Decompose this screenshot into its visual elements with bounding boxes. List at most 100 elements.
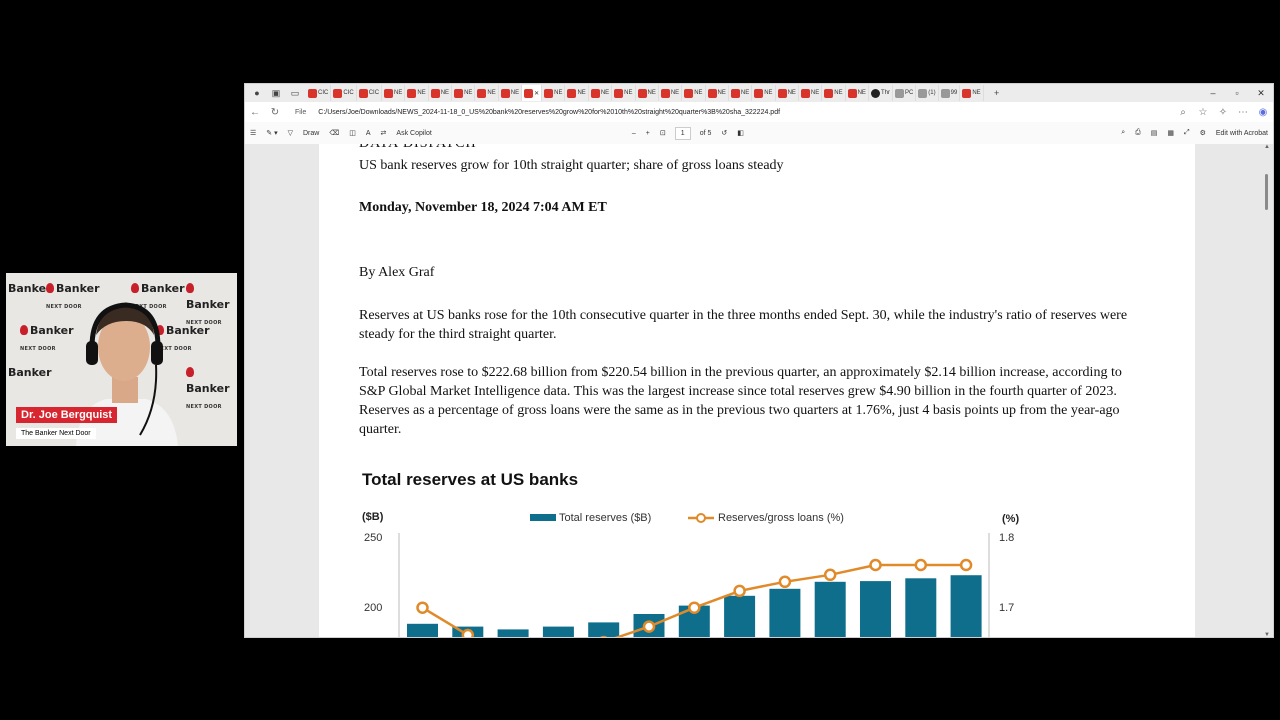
tab-actions-icon[interactable]: ▭	[288, 86, 302, 100]
fullscreen-icon[interactable]: ⤢	[1179, 129, 1195, 137]
two-page-icon[interactable]: ◧	[732, 129, 749, 137]
chart-bar	[905, 578, 937, 637]
logo-subtext: NEXT DOOR	[20, 346, 56, 352]
pdf-file-icon	[894, 88, 904, 98]
browser-tab[interactable]: NE	[589, 85, 613, 101]
back-icon[interactable]: ←	[245, 107, 265, 118]
browser-tab[interactable]: NE	[752, 85, 776, 101]
browser-tab[interactable]: NE	[729, 85, 753, 101]
scroll-down-icon[interactable]: ▼	[1264, 632, 1270, 637]
fit-page-icon[interactable]: ⊡	[655, 129, 671, 137]
more-menu-icon[interactable]: ⋯	[1233, 107, 1253, 118]
collections-icon[interactable]: ▣	[269, 86, 283, 100]
browser-tab[interactable]: NE	[636, 85, 659, 101]
browser-tab[interactable]: NE	[612, 85, 636, 101]
browser-tab[interactable]: Thr	[869, 85, 893, 101]
highlight-icon[interactable]: ✎ ▾	[261, 129, 282, 137]
pdf-page: DATA DISPATCH US bank reserves grow for …	[319, 144, 1195, 637]
tab-label: NE	[694, 90, 703, 96]
url-field[interactable]: C:/Users/Joe/Downloads/NEWS_2024-11-18_0…	[318, 109, 780, 116]
scrollbar[interactable]: ▲ ▼	[1263, 144, 1271, 637]
zoom-icon[interactable]: ⌕	[1173, 107, 1193, 118]
browser-tab[interactable]: CIC	[306, 85, 332, 101]
tab-label: NE	[577, 90, 586, 96]
search-icon[interactable]: ⌕	[1116, 129, 1130, 137]
browser-tab[interactable]: NE	[499, 85, 523, 101]
browser-tab[interactable]: NE	[706, 85, 729, 101]
browser-tab[interactable]: NE	[429, 85, 453, 101]
erase-icon[interactable]: ⌫	[324, 129, 344, 137]
browser-tab[interactable]: NE	[822, 85, 846, 101]
pdf-file-icon	[614, 88, 624, 98]
favorites-icon[interactable]: ✧	[1213, 107, 1233, 118]
scroll-thumb[interactable]	[1265, 174, 1268, 210]
scroll-up-icon[interactable]: ▲	[1264, 144, 1270, 150]
refresh-icon[interactable]: ↻	[265, 107, 285, 118]
chart-bar	[724, 595, 756, 637]
print-icon[interactable]: ⎙	[1130, 129, 1146, 137]
page-view-icon[interactable]: ◫	[344, 129, 361, 137]
page-number-input[interactable]: 1	[674, 126, 691, 140]
tab-label: NE	[972, 90, 981, 96]
browser-tab[interactable]: NE	[565, 85, 589, 101]
tab-label: NE	[510, 90, 520, 96]
browser-tab[interactable]: (1)	[916, 85, 939, 101]
browser-tab[interactable]: NE	[452, 85, 476, 101]
save-icon[interactable]: ▤	[1146, 129, 1163, 137]
pdf-file-icon	[940, 88, 950, 98]
contents-icon[interactable]: ☰	[245, 129, 261, 137]
close-window-icon[interactable]: ✕	[1249, 84, 1273, 102]
browser-tab[interactable]: ✕	[522, 85, 543, 101]
profile-icon[interactable]: ●	[250, 86, 264, 100]
rotate-icon[interactable]: ↺	[716, 129, 732, 137]
webcam-overlay: Banker Banker NEXT DOOR Banker NEXT DOOR B…	[6, 273, 237, 446]
browser-tab[interactable]: NE	[405, 85, 429, 101]
zoom-out-icon[interactable]: –	[627, 130, 641, 137]
save-as-icon[interactable]: ▦	[1162, 129, 1179, 137]
browser-tab[interactable]: CIC	[357, 85, 383, 101]
chart-bar	[497, 629, 529, 637]
copilot-icon[interactable]: ◉	[1253, 107, 1273, 118]
browser-tab[interactable]: PC	[893, 85, 917, 101]
pdf-file-icon	[308, 88, 317, 98]
pdf-file-icon	[333, 88, 343, 98]
pdf-toolbar: ☰ ✎ ▾ ▽ Draw ⌫ ◫ A ⇄ Ask Copilot – + ⊡ 1…	[245, 122, 1273, 145]
edit-with-acrobat-button[interactable]: Edit with Acrobat	[1211, 130, 1273, 137]
article-paragraph: Reserves at US banks rose for the 10th c…	[359, 308, 1128, 342]
read-aloud-icon[interactable]: A	[361, 130, 376, 137]
tab-label: NE	[740, 90, 750, 96]
favorite-star-icon[interactable]: ☆	[1193, 107, 1213, 118]
zoom-in-icon[interactable]: +	[641, 130, 655, 137]
chart-title: Total reserves at US banks	[362, 470, 579, 489]
close-tab-icon[interactable]: ✕	[534, 90, 539, 97]
browser-tab[interactable]: NE	[960, 85, 984, 101]
article-date: Monday, November 18, 2024 7:04 AM ET	[359, 200, 607, 215]
browser-tab[interactable]: NE	[542, 85, 566, 101]
browser-tab[interactable]: NE	[659, 85, 683, 101]
settings-icon[interactable]: ⚙	[1195, 129, 1211, 137]
brand-logo: Banker NEXT DOOR	[186, 363, 237, 411]
browser-tab[interactable]: 99	[939, 85, 961, 101]
maximize-icon[interactable]: ▫	[1225, 84, 1249, 102]
browser-tab[interactable]: NE	[475, 85, 499, 101]
draw-icon[interactable]: ▽	[283, 129, 298, 137]
logo-text: Banker	[141, 282, 185, 295]
draw-button[interactable]: Draw	[298, 130, 324, 137]
chart-line-point	[778, 575, 792, 589]
tab-label: NE	[834, 90, 843, 96]
pdf-file-icon	[824, 88, 834, 98]
translate-icon[interactable]: ⇄	[376, 129, 392, 137]
browser-tab[interactable]: NE	[846, 85, 869, 101]
y-right-axis-label: (%)	[1002, 513, 1019, 525]
browser-tab[interactable]: NE	[682, 85, 706, 101]
browser-tab[interactable]: NE	[799, 85, 823, 101]
minimize-icon[interactable]: –	[1201, 84, 1225, 102]
browser-tab[interactable]: CIC	[331, 85, 357, 101]
pdf-file-icon	[358, 88, 368, 98]
tab-label: NE	[487, 90, 496, 96]
chart-bar	[814, 581, 846, 637]
browser-tab[interactable]: NE	[776, 85, 799, 101]
ask-copilot-button[interactable]: Ask Copilot	[391, 130, 436, 137]
new-tab-icon[interactable]: +	[990, 86, 1004, 100]
browser-tab[interactable]: NE	[382, 85, 406, 101]
